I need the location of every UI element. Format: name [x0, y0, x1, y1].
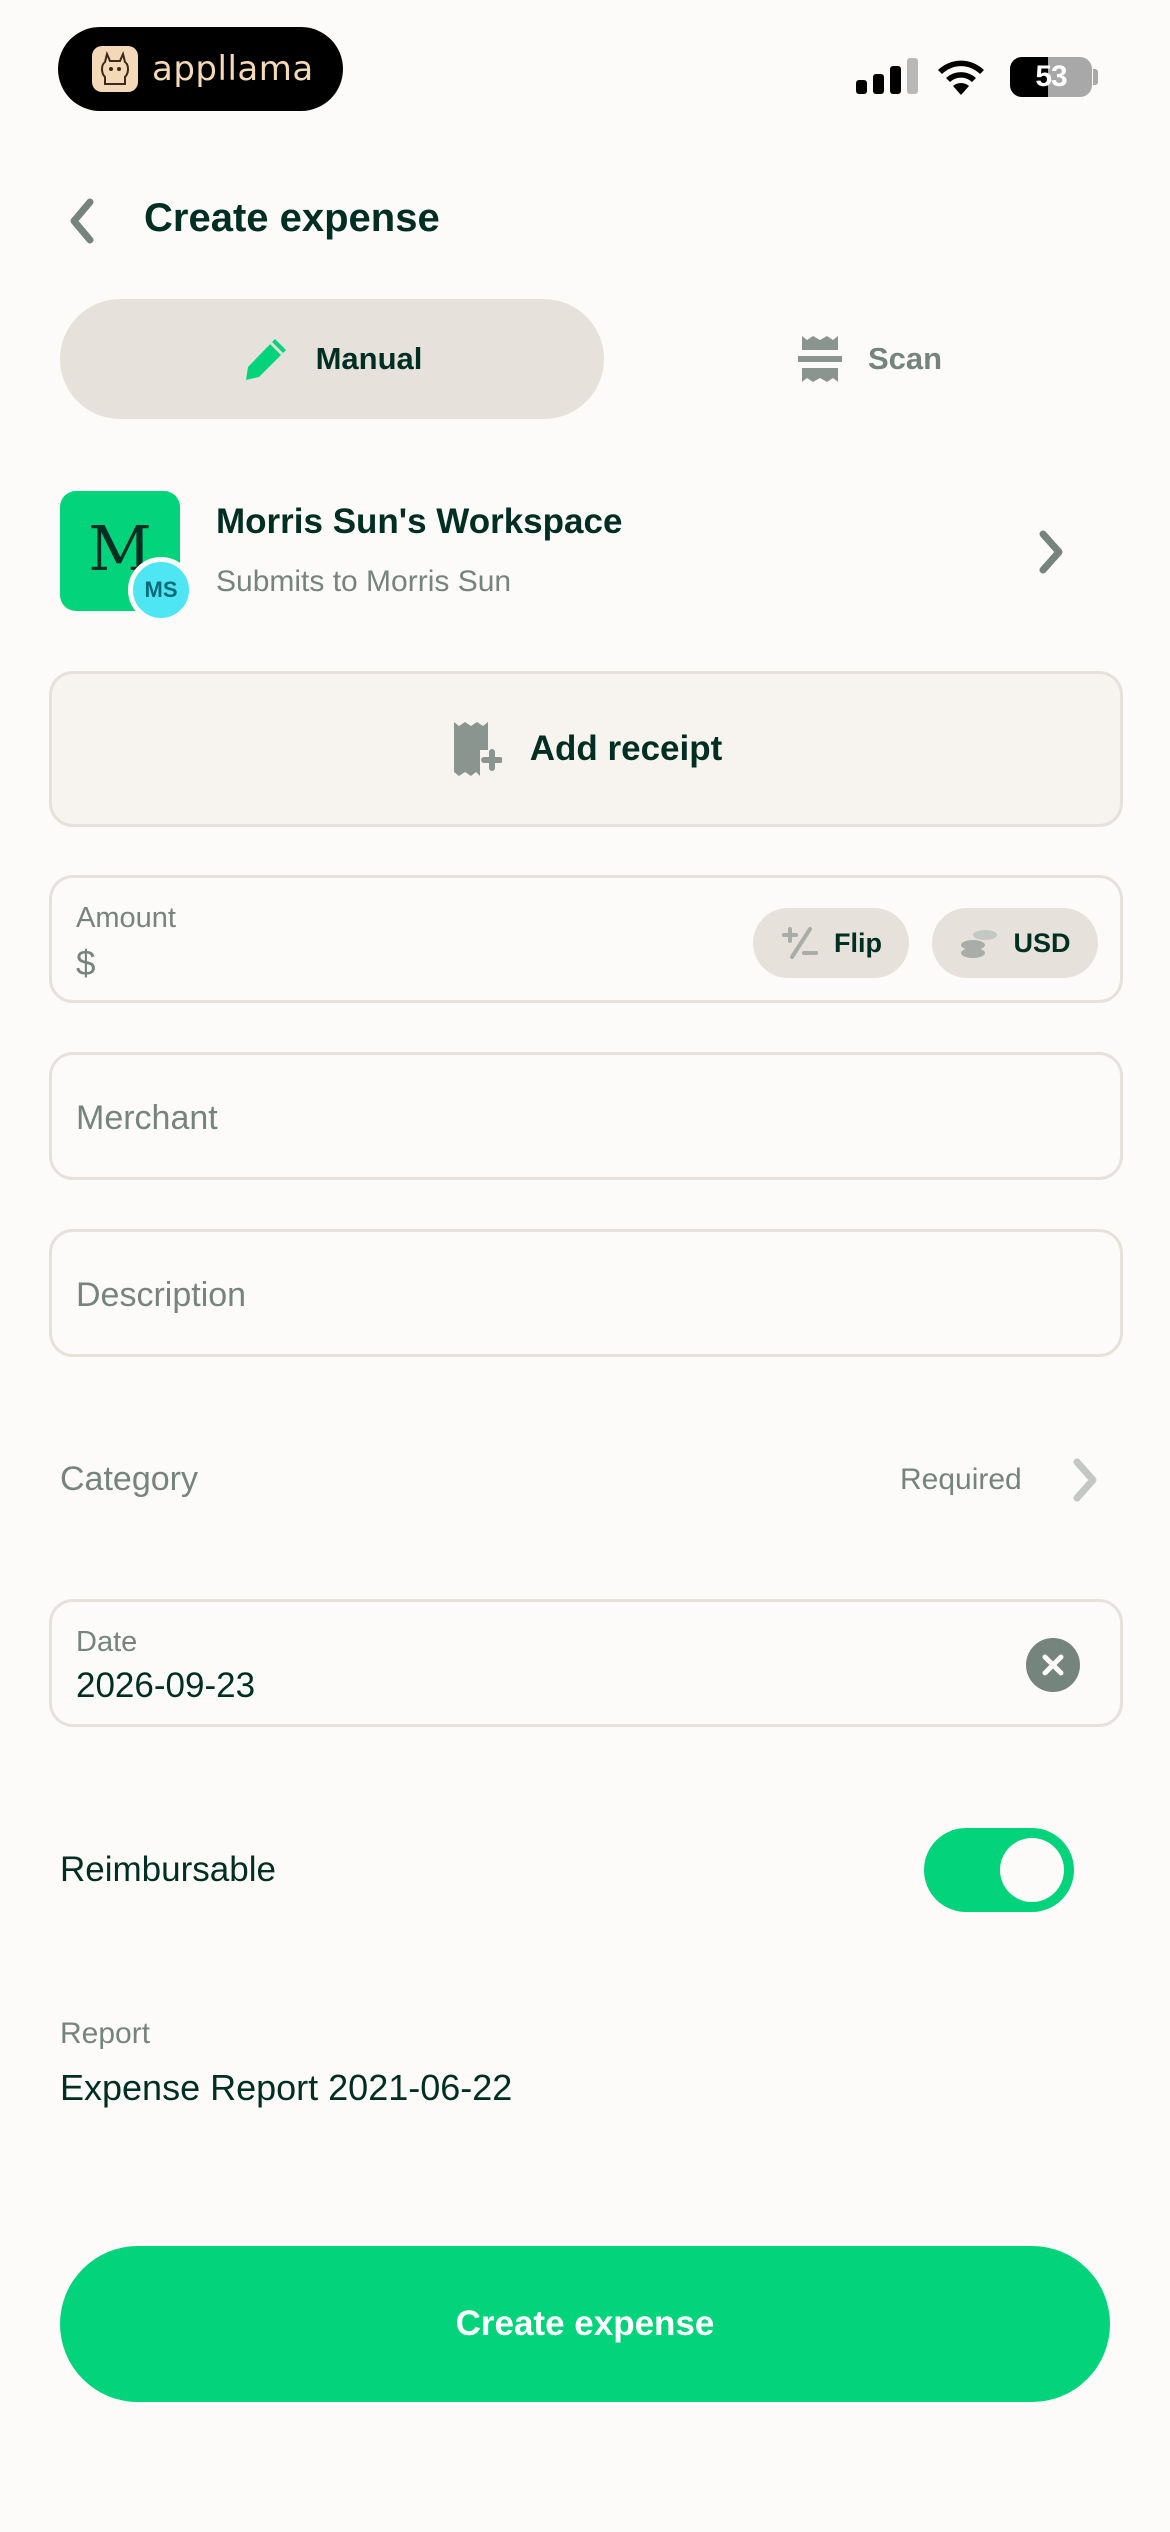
currency-label: USD — [1013, 927, 1071, 958]
report-label: Report — [60, 2017, 151, 2050]
battery-level: 53 — [1035, 60, 1067, 93]
close-icon — [1042, 1654, 1064, 1676]
currency-symbol: $ — [76, 944, 96, 983]
app-pill[interactable]: appllama — [58, 27, 343, 111]
category-label[interactable]: Category — [60, 1460, 198, 1499]
tab-manual-label: Manual — [315, 341, 423, 376]
plus-minus-icon — [782, 927, 818, 959]
date-field[interactable]: Date 2026-09-23 — [49, 1599, 1123, 1727]
add-receipt-label: Add receipt — [529, 729, 723, 768]
add-receipt-button[interactable]: Add receipt — [49, 671, 1123, 827]
chevron-left-icon[interactable] — [62, 196, 102, 246]
report-value[interactable]: Expense Report 2021-06-22 — [60, 2067, 512, 2109]
tab-scan-label: Scan — [867, 341, 943, 376]
chevron-right-icon[interactable] — [1034, 528, 1068, 576]
chevron-right-icon[interactable] — [1068, 1456, 1102, 1504]
date-value: 2026-09-23 — [76, 1666, 256, 1705]
app-pill-label: appllama — [152, 49, 314, 89]
workspace-name[interactable]: Morris Sun's Workspace — [216, 502, 622, 542]
merchant-placeholder: Merchant — [76, 1099, 218, 1137]
create-expense-button[interactable]: Create expense — [60, 2246, 1110, 2402]
cellular-signal-icon — [856, 58, 918, 94]
flip-button[interactable]: Flip — [753, 908, 909, 978]
date-label: Date — [76, 1626, 138, 1658]
toggle-knob — [1000, 1838, 1064, 1902]
workspace-submits-to: Submits to Morris Sun — [216, 565, 512, 598]
battery-tip — [1093, 69, 1098, 85]
receipt-scan-icon — [797, 336, 842, 382]
amount-label: Amount — [76, 902, 176, 934]
description-placeholder: Description — [76, 1276, 247, 1314]
category-required-text: Required — [900, 1463, 1022, 1496]
pencil-icon — [245, 339, 286, 380]
tab-manual[interactable]: Manual — [60, 299, 604, 419]
llama-logo-icon — [92, 46, 138, 92]
page-title: Create expense — [144, 196, 440, 240]
reimbursable-label: Reimbursable — [60, 1850, 276, 1889]
description-field[interactable]: Description — [49, 1229, 1123, 1357]
merchant-field[interactable]: Merchant — [49, 1052, 1123, 1180]
user-avatar: MS — [128, 557, 194, 623]
battery-icon: 53 — [1010, 57, 1092, 97]
currency-button[interactable]: USD — [932, 908, 1098, 978]
clear-date-button[interactable] — [1026, 1638, 1080, 1692]
tab-scan[interactable]: Scan — [630, 299, 1110, 419]
wifi-icon — [938, 60, 984, 95]
flip-label: Flip — [834, 927, 882, 958]
amount-field[interactable]: Amount $ Flip USD — [49, 875, 1123, 1003]
coins-icon — [961, 930, 998, 958]
receipt-plus-icon — [453, 722, 502, 776]
reimbursable-toggle[interactable] — [924, 1828, 1074, 1912]
